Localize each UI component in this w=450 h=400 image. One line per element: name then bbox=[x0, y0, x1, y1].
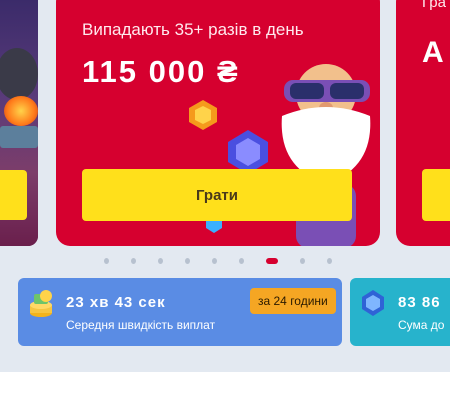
next-card-amount: A bbox=[422, 36, 444, 69]
pagination-dot[interactable] bbox=[185, 258, 191, 264]
pagination-dot[interactable] bbox=[131, 258, 137, 264]
play-button-next[interactable] bbox=[422, 169, 450, 221]
stat-value: 23 хв 43 сек bbox=[66, 294, 166, 311]
promo-card-next[interactable]: Гра A bbox=[396, 0, 450, 246]
stat-card-payout-speed: 23 хв 43 сек Середня швидкість виплат за… bbox=[18, 278, 342, 346]
promo-section: Випадають 35+ разів в день 115 000 ₴ Гра… bbox=[0, 0, 450, 372]
smoke-cloud bbox=[0, 48, 38, 100]
promo-card-active[interactable]: Випадають 35+ разів в день 115 000 ₴ Гра… bbox=[56, 0, 380, 246]
period-badge: за 24 години bbox=[250, 288, 336, 314]
stat-label: Середня швидкість виплат bbox=[66, 318, 216, 332]
play-button-previous[interactable] bbox=[0, 170, 27, 220]
diamond-icon bbox=[362, 290, 384, 316]
coins-stack-icon bbox=[30, 290, 52, 317]
pagination-dot[interactable] bbox=[104, 258, 110, 264]
stat-card-sum: 83 86 Сума до bbox=[350, 278, 450, 346]
pagination-dot-active[interactable] bbox=[266, 258, 278, 264]
next-card-subtitle: Гра bbox=[422, 0, 446, 11]
pagination-dot[interactable] bbox=[239, 258, 245, 264]
play-button[interactable]: Грати bbox=[82, 169, 352, 221]
pagination-dot[interactable] bbox=[299, 258, 305, 264]
explosion-image bbox=[4, 96, 38, 126]
orange-gem-icon bbox=[189, 100, 217, 130]
pagination-dot[interactable] bbox=[212, 258, 218, 264]
stat-label: Сума до bbox=[398, 318, 445, 332]
ship-image bbox=[0, 126, 38, 148]
carousel-pagination bbox=[104, 256, 354, 266]
promo-subtitle: Випадають 35+ разів в день bbox=[82, 20, 304, 39]
pagination-dot[interactable] bbox=[158, 258, 164, 264]
jackpot-amount: 115 000 ₴ bbox=[82, 54, 240, 89]
stat-value: 83 86 bbox=[398, 294, 441, 311]
promo-card-previous[interactable] bbox=[0, 0, 38, 246]
pagination-dot[interactable] bbox=[326, 258, 332, 264]
